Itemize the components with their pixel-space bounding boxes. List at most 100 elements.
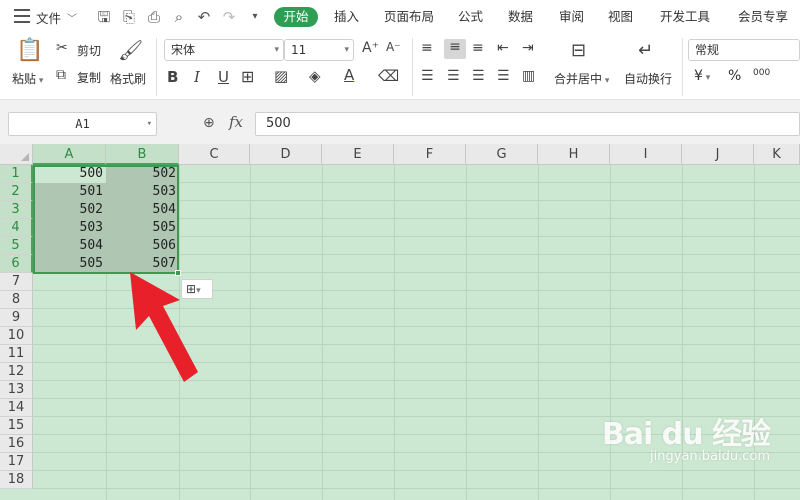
wrap-text-button[interactable]: 自动换行: [624, 70, 672, 87]
align-left-icon[interactable]: ☰: [421, 68, 434, 84]
cell-a4[interactable]: 503: [35, 219, 103, 237]
column-header-i[interactable]: I: [610, 144, 682, 165]
column-header-c[interactable]: C: [179, 144, 250, 165]
copy-button[interactable]: 复制: [77, 69, 101, 86]
row-header-10[interactable]: 10: [0, 327, 33, 345]
row-header-3[interactable]: 3: [0, 201, 33, 219]
column-header-d[interactable]: D: [250, 144, 322, 165]
italic-icon[interactable]: I: [194, 68, 200, 86]
tab-view[interactable]: 视图: [608, 0, 633, 34]
percent-button[interactable]: %: [728, 68, 741, 84]
print-preview-icon[interactable]: ⌕: [170, 8, 188, 26]
merge-center-button[interactable]: 合并居中 ▾: [554, 70, 609, 87]
row-header-14[interactable]: 14: [0, 399, 33, 417]
select-all-corner[interactable]: [0, 144, 33, 165]
print-icon[interactable]: ⎙: [145, 8, 163, 26]
row-header-12[interactable]: 12: [0, 363, 33, 381]
paste-icon[interactable]: 📋: [16, 38, 43, 64]
tab-formulas[interactable]: 公式: [458, 0, 483, 34]
save-icon[interactable]: 🖫: [95, 8, 113, 26]
format-painter-icon[interactable]: 🖌: [118, 38, 143, 62]
row-header-16[interactable]: 16: [0, 435, 33, 453]
row-header-7[interactable]: 7: [0, 273, 33, 291]
column-header-a[interactable]: A: [33, 144, 106, 165]
spreadsheet-grid[interactable]: A B C D E F G H I J K 1 2 3 4 5 6 7 8 9 …: [0, 144, 800, 500]
redo-icon[interactable]: ↷: [220, 8, 238, 26]
row-header-5[interactable]: 5: [0, 237, 33, 255]
row-header-1[interactable]: 1: [0, 165, 33, 183]
align-right-icon[interactable]: ☰: [472, 68, 485, 84]
row-header-4[interactable]: 4: [0, 219, 33, 237]
tab-insert[interactable]: 插入: [334, 0, 359, 34]
paste-button[interactable]: 粘贴 ▾: [12, 70, 43, 87]
align-bottom-icon[interactable]: ≡: [472, 40, 484, 56]
column-header-j[interactable]: J: [682, 144, 754, 165]
row-header-18[interactable]: 18: [0, 471, 33, 489]
wrap-text-icon[interactable]: ↵: [638, 40, 653, 61]
currency-button[interactable]: ¥ ▾: [694, 68, 710, 84]
undo-icon[interactable]: ↶: [195, 8, 213, 26]
row-header-9[interactable]: 9: [0, 309, 33, 327]
copy-icon[interactable]: ⧉: [56, 67, 66, 83]
cell-b3[interactable]: 504: [108, 201, 176, 219]
tab-developer[interactable]: 开发工具: [660, 0, 710, 34]
bold-icon[interactable]: B: [167, 68, 178, 86]
cell-b5[interactable]: 506: [108, 237, 176, 255]
file-menu[interactable]: 文件 ﹀: [36, 0, 77, 34]
row-header-13[interactable]: 13: [0, 381, 33, 399]
number-format-select[interactable]: 常规: [688, 39, 800, 61]
formula-input[interactable]: 500: [255, 112, 800, 136]
font-size-select[interactable]: 11 ▾: [284, 39, 354, 61]
tab-data[interactable]: 数据: [508, 0, 533, 34]
font-color-icon[interactable]: A: [344, 66, 354, 84]
align-top-icon[interactable]: ≡: [421, 40, 433, 56]
distributed-icon[interactable]: ▥: [522, 68, 535, 84]
tab-home[interactable]: 开始: [274, 7, 318, 27]
cell-a6[interactable]: 505: [35, 255, 103, 273]
row-header-17[interactable]: 17: [0, 453, 33, 471]
fill-color-icon[interactable]: ◈: [309, 67, 321, 85]
align-center-icon[interactable]: ☰: [447, 68, 460, 84]
fill-style-icon[interactable]: ▨: [274, 67, 288, 85]
column-header-b[interactable]: B: [106, 144, 179, 165]
cell-a2[interactable]: 501: [35, 183, 103, 201]
cell-a3[interactable]: 502: [35, 201, 103, 219]
row-header-8[interactable]: 8: [0, 291, 33, 309]
format-painter-button[interactable]: 格式刷: [110, 70, 146, 87]
scissors-icon[interactable]: ✂: [56, 40, 68, 56]
row-header-11[interactable]: 11: [0, 345, 33, 363]
zoom-icon[interactable]: ⊕: [203, 115, 215, 131]
column-header-f[interactable]: F: [394, 144, 466, 165]
outdent-icon[interactable]: ⇤: [497, 40, 509, 56]
name-box[interactable]: A1 ▾: [8, 112, 157, 136]
align-middle-icon[interactable]: ≡: [444, 39, 466, 59]
justify-icon[interactable]: ☰: [497, 68, 510, 84]
column-header-g[interactable]: G: [466, 144, 538, 165]
row-header-6[interactable]: 6: [0, 255, 33, 273]
tab-review[interactable]: 审阅: [559, 0, 584, 34]
row-header-15[interactable]: 15: [0, 417, 33, 435]
cell-b1[interactable]: 502: [108, 165, 176, 183]
increase-font-icon[interactable]: A⁺: [362, 40, 379, 56]
tab-member[interactable]: 会员专享: [738, 0, 788, 34]
row-header-2[interactable]: 2: [0, 183, 33, 201]
cell-a5[interactable]: 504: [35, 237, 103, 255]
border-icon[interactable]: ⊞: [241, 67, 254, 86]
column-header-k[interactable]: K: [754, 144, 800, 165]
merge-center-icon[interactable]: ⊟: [571, 40, 586, 61]
cut-button[interactable]: 剪切: [77, 42, 101, 59]
export-icon[interactable]: ⎘: [120, 8, 138, 26]
decrease-font-icon[interactable]: A⁻: [386, 40, 401, 54]
hamburger-menu-icon[interactable]: [14, 9, 30, 23]
cell-b2[interactable]: 503: [108, 183, 176, 201]
fx-icon[interactable]: fx: [229, 113, 243, 131]
font-name-select[interactable]: 宋体 ▾: [164, 39, 284, 61]
indent-icon[interactable]: ⇥: [522, 40, 534, 56]
thousands-button[interactable]: 000: [753, 68, 770, 78]
cell-b4[interactable]: 505: [108, 219, 176, 237]
eraser-icon[interactable]: ⌫: [378, 67, 399, 85]
column-header-h[interactable]: H: [538, 144, 610, 165]
underline-icon[interactable]: U: [218, 68, 229, 86]
column-header-e[interactable]: E: [322, 144, 394, 165]
tab-page-layout[interactable]: 页面布局: [384, 0, 434, 34]
